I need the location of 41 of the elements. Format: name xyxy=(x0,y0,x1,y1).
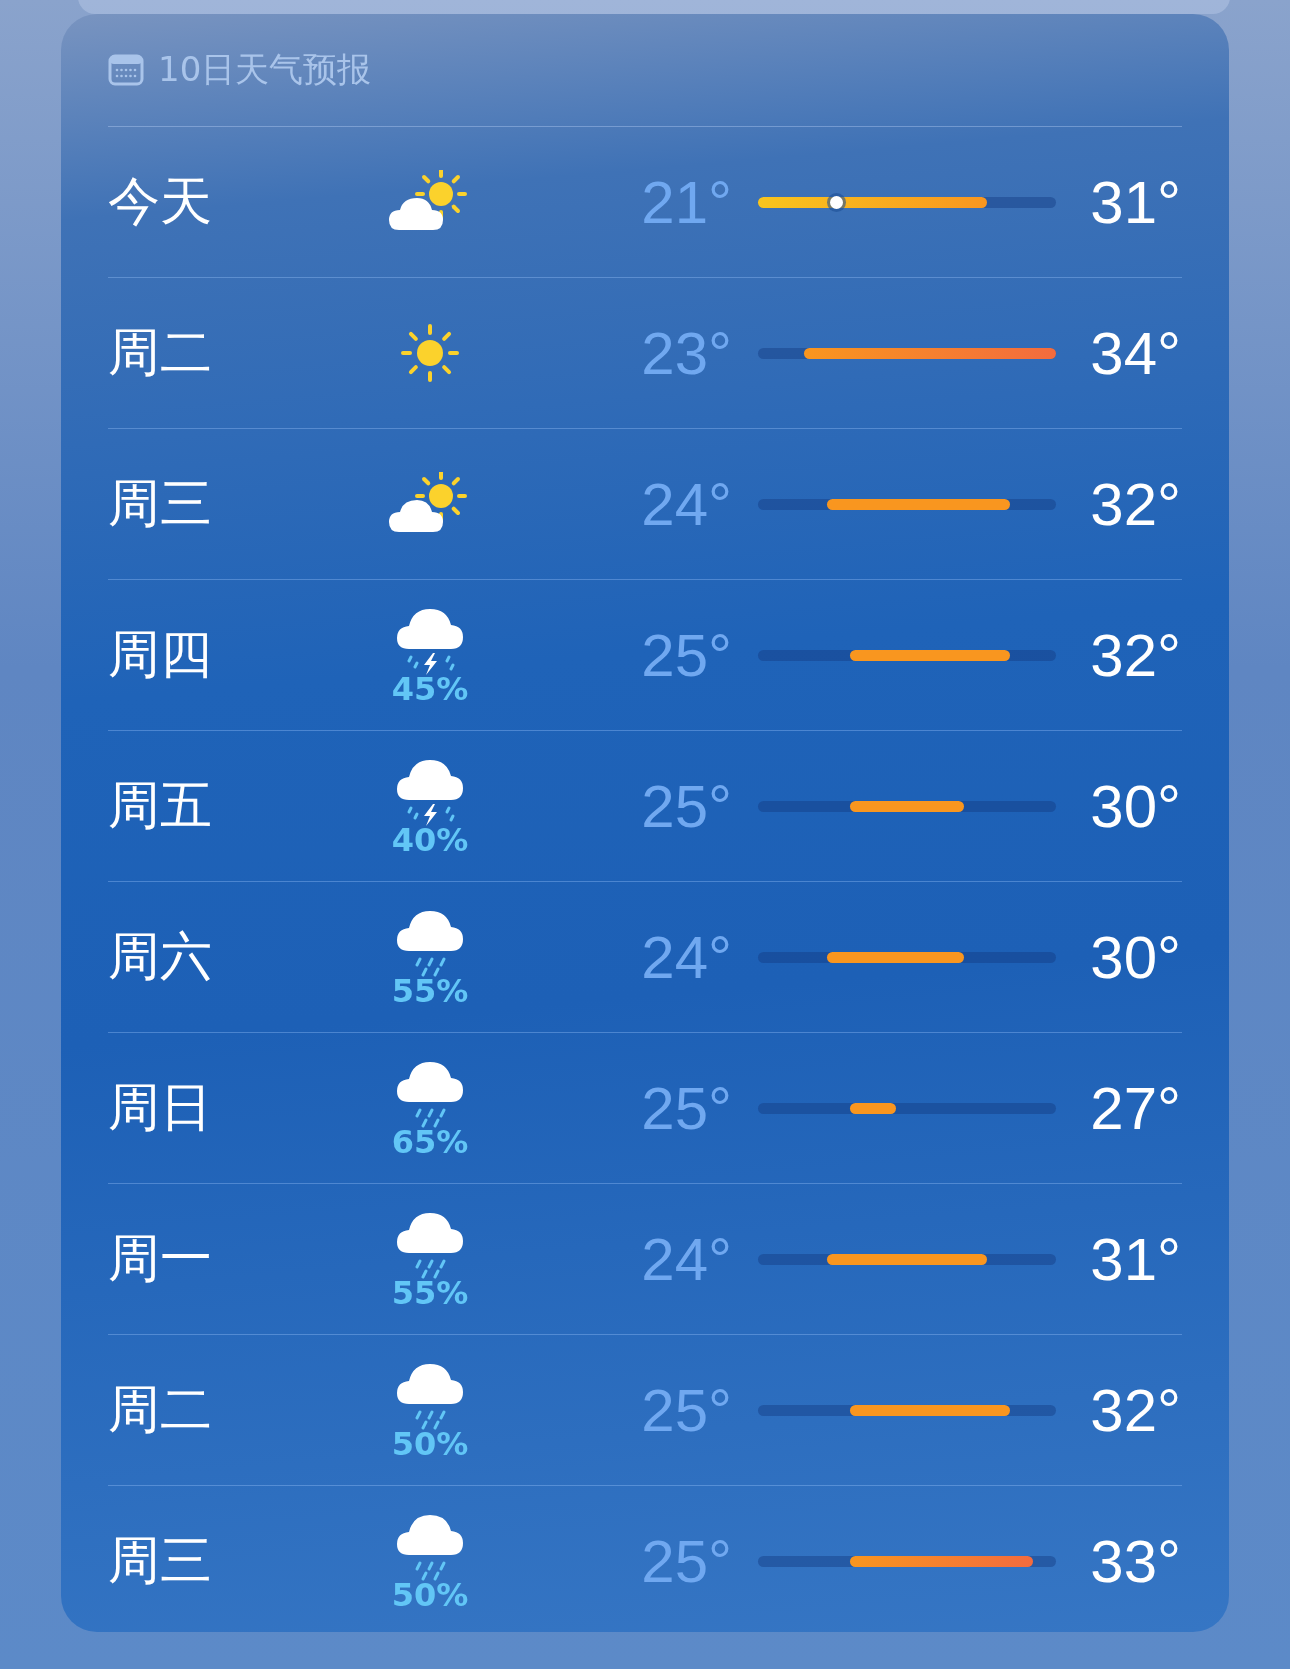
high-temperature: 31° xyxy=(1089,167,1181,237)
low-temperature: 25° xyxy=(640,1375,732,1445)
precipitation-chance: 45% xyxy=(391,673,469,705)
day-label: 周一 xyxy=(108,1227,213,1290)
calendar-icon xyxy=(108,54,144,86)
high-temperature: 33° xyxy=(1089,1526,1181,1596)
temperature-range-fill xyxy=(849,1102,896,1114)
precipitation-chance: 65% xyxy=(391,1126,469,1158)
day-label: 周六 xyxy=(108,925,213,988)
day-label: 周四 xyxy=(108,623,213,686)
day-label: 周五 xyxy=(108,774,213,837)
day-label: 周二 xyxy=(108,1378,213,1441)
high-temperature: 30° xyxy=(1089,922,1181,992)
low-temperature: 25° xyxy=(640,1526,732,1596)
high-temperature: 32° xyxy=(1089,1375,1181,1445)
precipitation-chance: 50% xyxy=(391,1579,469,1611)
low-temperature: 25° xyxy=(640,620,732,690)
low-temperature: 24° xyxy=(640,922,732,992)
high-temperature: 32° xyxy=(1089,620,1181,690)
day-label: 今天 xyxy=(108,170,213,233)
low-temperature: 24° xyxy=(640,469,732,539)
day-label: 周日 xyxy=(108,1076,213,1139)
high-temperature: 31° xyxy=(1089,1224,1181,1294)
low-temperature: 25° xyxy=(640,1073,732,1143)
day-label: 周二 xyxy=(108,321,213,384)
precipitation-chance: 55% xyxy=(391,975,469,1007)
high-temperature: 30° xyxy=(1089,771,1181,841)
low-temperature: 23° xyxy=(640,318,732,388)
low-temperature: 24° xyxy=(640,1224,732,1294)
precipitation-chance: 55% xyxy=(391,1277,469,1309)
low-temperature: 21° xyxy=(640,167,732,237)
precipitation-chance: 50% xyxy=(391,1428,469,1460)
day-label: 周三 xyxy=(108,1529,213,1592)
high-temperature: 32° xyxy=(1089,469,1181,539)
high-temperature: 27° xyxy=(1089,1073,1181,1143)
low-temperature: 25° xyxy=(640,771,732,841)
section-title: 10日天气预报 xyxy=(158,48,372,91)
high-temperature: 34° xyxy=(1089,318,1181,388)
day-label: 周三 xyxy=(108,472,213,535)
precipitation-chance: 40% xyxy=(391,824,469,856)
sun-icon xyxy=(398,321,462,385)
